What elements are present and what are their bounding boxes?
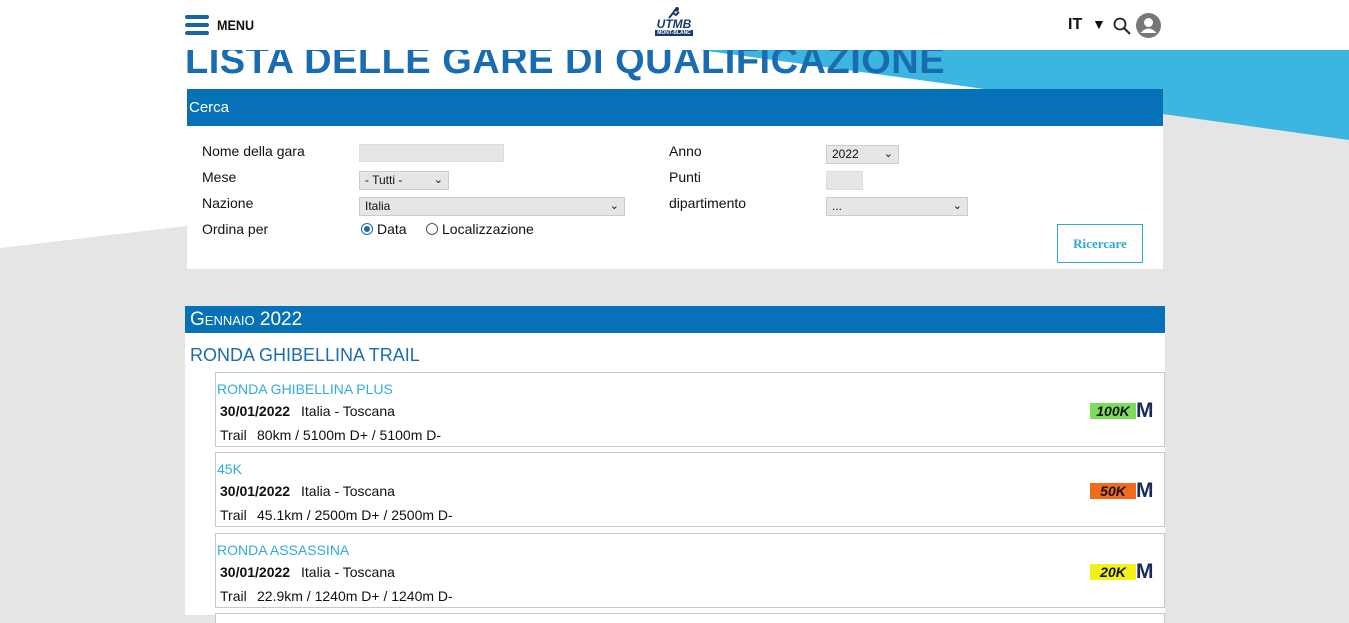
search-button[interactable]: Ricercare bbox=[1057, 224, 1143, 263]
badge-m-icon: M bbox=[1136, 399, 1154, 422]
chevron-down-icon: ⌄ bbox=[609, 200, 619, 212]
race-date: 30/01/2022 bbox=[220, 403, 291, 419]
radio-unselected-icon bbox=[426, 223, 438, 235]
chevron-down-icon: ⌄ bbox=[433, 174, 443, 186]
radio-selected-icon bbox=[361, 223, 373, 235]
language-selector[interactable]: IT bbox=[1068, 16, 1082, 34]
sort-radio-date[interactable]: Data bbox=[361, 221, 407, 237]
logo-text: UTMB bbox=[656, 17, 692, 31]
race-location: Italia - Toscana bbox=[301, 403, 395, 419]
race-category-badge: 20K M bbox=[1090, 560, 1160, 583]
logo-subtext: MONT-BLANC bbox=[655, 30, 693, 36]
race-card[interactable]: RONDA GHIBELLINA PLUS 30/01/2022 Italia … bbox=[215, 372, 1165, 447]
sort-radio-location[interactable]: Localizzazione bbox=[426, 221, 534, 237]
search-panel: Cerca Nome della gara Mese - Tutti - ⌄ N… bbox=[187, 89, 1163, 269]
badge-distance: 100K bbox=[1096, 403, 1130, 419]
sort-label: Ordina per bbox=[202, 221, 269, 237]
sort-radio-location-label: Localizzazione bbox=[442, 221, 534, 237]
race-card[interactable]: 45K 30/01/2022 Italia - Toscana Trail 45… bbox=[215, 452, 1165, 527]
race-name-link[interactable]: RONDA ASSASSINA bbox=[217, 542, 349, 558]
user-account-icon[interactable] bbox=[1136, 13, 1161, 38]
badge-m-icon: M bbox=[1136, 479, 1154, 502]
hamburger-icon bbox=[185, 15, 209, 35]
race-name-link[interactable]: RONDA GHIBELLINA PLUS bbox=[217, 381, 393, 397]
sort-radio-date-label: Data bbox=[377, 221, 407, 237]
country-select[interactable]: Italia ⌄ bbox=[359, 197, 625, 216]
country-select-value: Italia bbox=[365, 199, 391, 213]
chevron-down-icon: ⌄ bbox=[952, 200, 962, 212]
utmb-logo[interactable]: UTMB MONT-BLANC bbox=[653, 7, 695, 43]
month-select[interactable]: - Tutti - ⌄ bbox=[359, 171, 449, 190]
badge-m-icon: M bbox=[1136, 560, 1154, 583]
results-list: RONDA GHIBELLINA TRAIL RONDA GHIBELLINA … bbox=[185, 333, 1165, 623]
chevron-down-icon: ⌄ bbox=[883, 148, 893, 160]
race-stats: 45.1km / 2500m D+ / 2500m D- bbox=[257, 507, 453, 523]
event-title[interactable]: RONDA GHIBELLINA TRAIL bbox=[190, 345, 420, 366]
menu-button[interactable]: MENU bbox=[185, 15, 258, 35]
race-category-badge: 50K M bbox=[1090, 479, 1160, 502]
search-icon[interactable] bbox=[1113, 17, 1131, 35]
month-select-value: - Tutti - bbox=[365, 173, 403, 187]
year-select[interactable]: 2022 ⌄ bbox=[826, 145, 899, 164]
month-header-label: Gennaio 2022 bbox=[190, 309, 303, 330]
year-label: Anno bbox=[669, 143, 702, 159]
search-panel-header: Cerca bbox=[187, 89, 1163, 126]
month-header: Gennaio 2022 bbox=[185, 306, 1165, 333]
race-name-link[interactable]: 45K bbox=[217, 461, 242, 477]
menu-label: MENU bbox=[217, 17, 255, 33]
race-name-label: Nome della gara bbox=[202, 143, 305, 159]
race-type: Trail bbox=[220, 588, 247, 604]
race-date: 30/01/2022 bbox=[220, 564, 291, 580]
race-location: Italia - Toscana bbox=[301, 483, 395, 499]
month-label: Mese bbox=[202, 169, 237, 185]
race-category-badge: 100K M bbox=[1090, 399, 1160, 422]
department-select[interactable]: ... ⌄ bbox=[826, 197, 968, 216]
language-dropdown-icon[interactable]: ▼ bbox=[1092, 16, 1106, 32]
race-card[interactable]: RONDA ASSASSINA 30/01/2022 Italia - Tosc… bbox=[215, 533, 1165, 608]
points-label: Punti bbox=[669, 169, 701, 185]
race-type: Trail bbox=[220, 507, 247, 523]
race-date: 30/01/2022 bbox=[220, 483, 291, 499]
points-input[interactable] bbox=[826, 171, 863, 190]
race-location: Italia - Toscana bbox=[301, 564, 395, 580]
badge-distance: 20K bbox=[1100, 564, 1126, 580]
country-label: Nazione bbox=[202, 195, 254, 211]
race-stats: 80km / 5100m D+ / 5100m D- bbox=[257, 427, 442, 443]
top-header: MENU UTMB MONT-BLANC IT ▼ bbox=[0, 0, 1349, 50]
race-type: Trail bbox=[220, 427, 247, 443]
department-select-value: ... bbox=[832, 199, 843, 213]
race-stats: 22.9km / 1240m D+ / 1240m D- bbox=[257, 588, 453, 604]
race-name-input[interactable] bbox=[359, 144, 504, 162]
department-label: dipartimento bbox=[669, 195, 747, 211]
badge-distance: 50K bbox=[1100, 483, 1126, 499]
year-select-value: 2022 bbox=[832, 147, 859, 161]
